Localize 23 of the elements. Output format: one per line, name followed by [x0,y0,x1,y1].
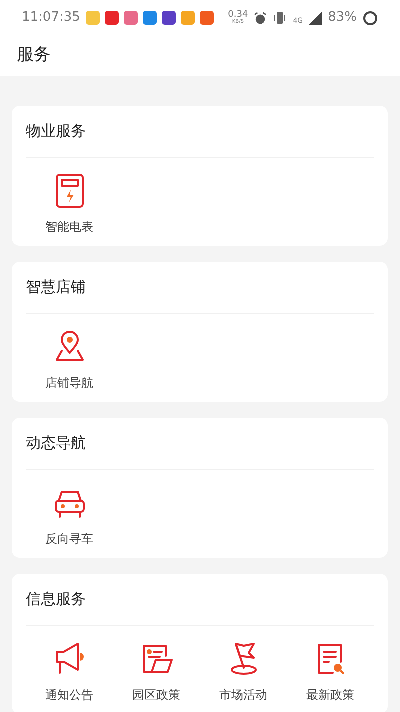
service-item[interactable]: 最新政策 [287,640,374,704]
megaphone-icon [54,642,86,676]
section-title: 动态导航 [26,433,86,454]
alarm-clock-icon [254,12,268,24]
electric-meter-icon [54,173,84,209]
service-item[interactable]: 反向寻车 [26,484,113,548]
signal-icon [309,12,322,24]
section-title: 智慧店铺 [26,277,86,298]
service-item[interactable]: 店铺导航 [26,328,113,392]
network-speed: 0.34 [228,11,248,20]
page-title: 服务 [17,44,51,68]
vibrate-icon [273,11,288,25]
battery-level: 83% [328,9,357,28]
section-title: 信息服务 [26,589,86,610]
service-item[interactable]: 智能电表 [26,172,113,236]
battery-ring-icon [363,10,378,26]
service-item[interactable]: 通知公告 [26,640,113,704]
document-search-icon [316,642,346,676]
service-item[interactable]: 园区政策 [113,640,200,704]
map-pin-icon [54,331,86,363]
section-title: 物业服务 [26,121,86,142]
status-time: 11:07:35 [22,9,80,28]
service-item[interactable]: 市场活动 [200,640,287,704]
